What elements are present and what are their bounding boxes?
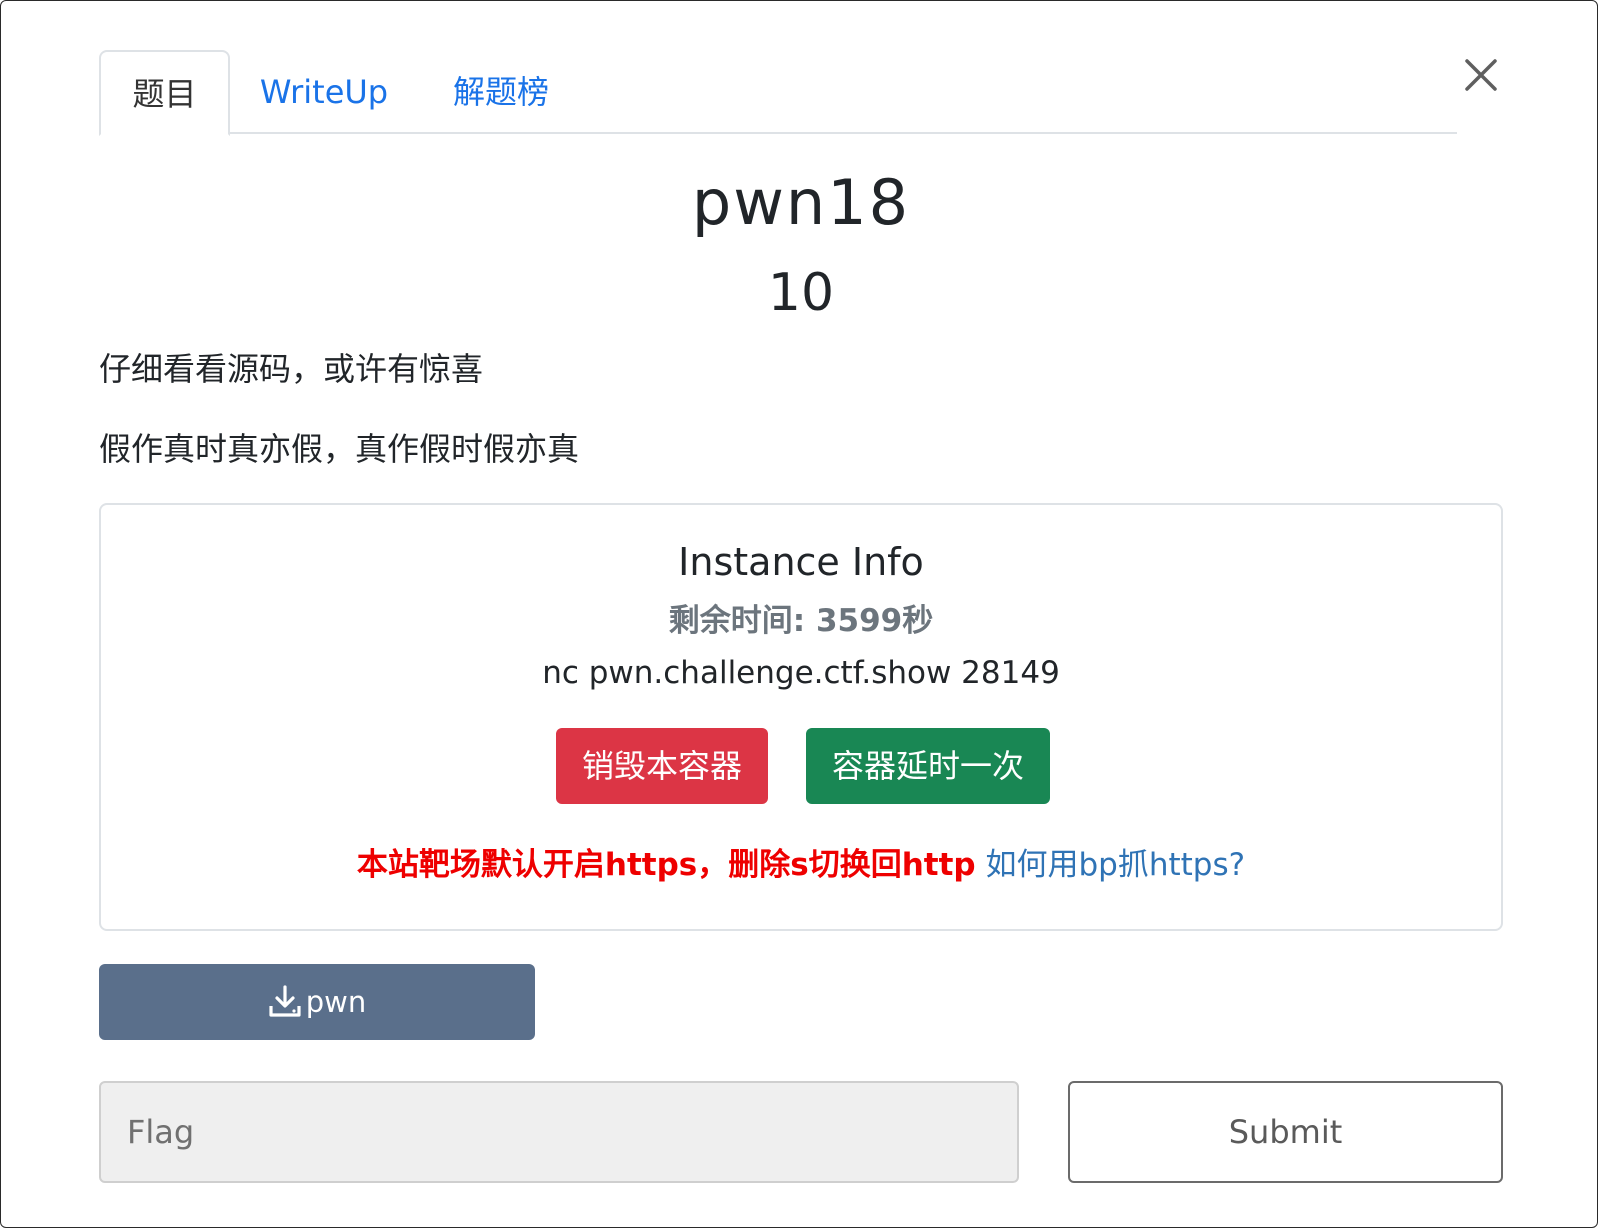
destroy-container-button[interactable]: 销毁本容器 bbox=[556, 728, 768, 804]
bp-https-help-link[interactable]: 如何用bp抓https? bbox=[985, 847, 1245, 883]
challenge-title: pwn18 bbox=[691, 166, 911, 239]
extend-container-button[interactable]: 容器延时一次 bbox=[806, 728, 1050, 804]
tab-bar: 题目 WriteUp 解题榜 bbox=[99, 50, 1457, 136]
tab-challenge-label: 题目 bbox=[132, 75, 197, 113]
download-label: pwn bbox=[305, 985, 367, 1019]
close-button[interactable] bbox=[1459, 53, 1503, 97]
challenge-modal: 题目 WriteUp 解题榜 pwn18 10 仔细看看源码，或许有惊喜 假作真… bbox=[0, 0, 1598, 1228]
challenge-description-line: 仔细看看源码，或许有惊喜 bbox=[99, 350, 484, 388]
flag-input[interactable] bbox=[99, 1081, 1019, 1183]
tab-leaderboard-label: 解题榜 bbox=[452, 73, 549, 111]
tab-writeup-label: WriteUp bbox=[259, 73, 389, 111]
instance-title: Instance Info bbox=[678, 540, 924, 584]
tab-writeup[interactable]: WriteUp bbox=[249, 50, 399, 134]
tab-challenge[interactable]: 题目 bbox=[99, 50, 230, 136]
challenge-description-line: 假作真时真亦假，真作假时假亦真 bbox=[99, 430, 580, 468]
download-attachment-button[interactable]: pwn bbox=[99, 964, 535, 1040]
instance-info-panel: Instance Info 剩余时间: 3599秒 nc pwn.challen… bbox=[99, 503, 1503, 931]
remaining-time: 剩余时间: 3599秒 bbox=[668, 603, 934, 639]
download-icon bbox=[269, 985, 301, 1017]
connection-command: nc pwn.challenge.ctf.show 28149 bbox=[542, 655, 1060, 691]
challenge-score: 10 bbox=[767, 263, 835, 323]
tab-leaderboard[interactable]: 解题榜 bbox=[441, 50, 561, 134]
https-note: 本站靶场默认开启https，删除s切换回http 如何用bp抓https? bbox=[101, 839, 1501, 884]
https-note-text: 本站靶场默认开启https，删除s切换回http bbox=[356, 847, 976, 883]
submit-button[interactable]: Submit bbox=[1068, 1081, 1503, 1183]
close-icon bbox=[1465, 59, 1497, 91]
